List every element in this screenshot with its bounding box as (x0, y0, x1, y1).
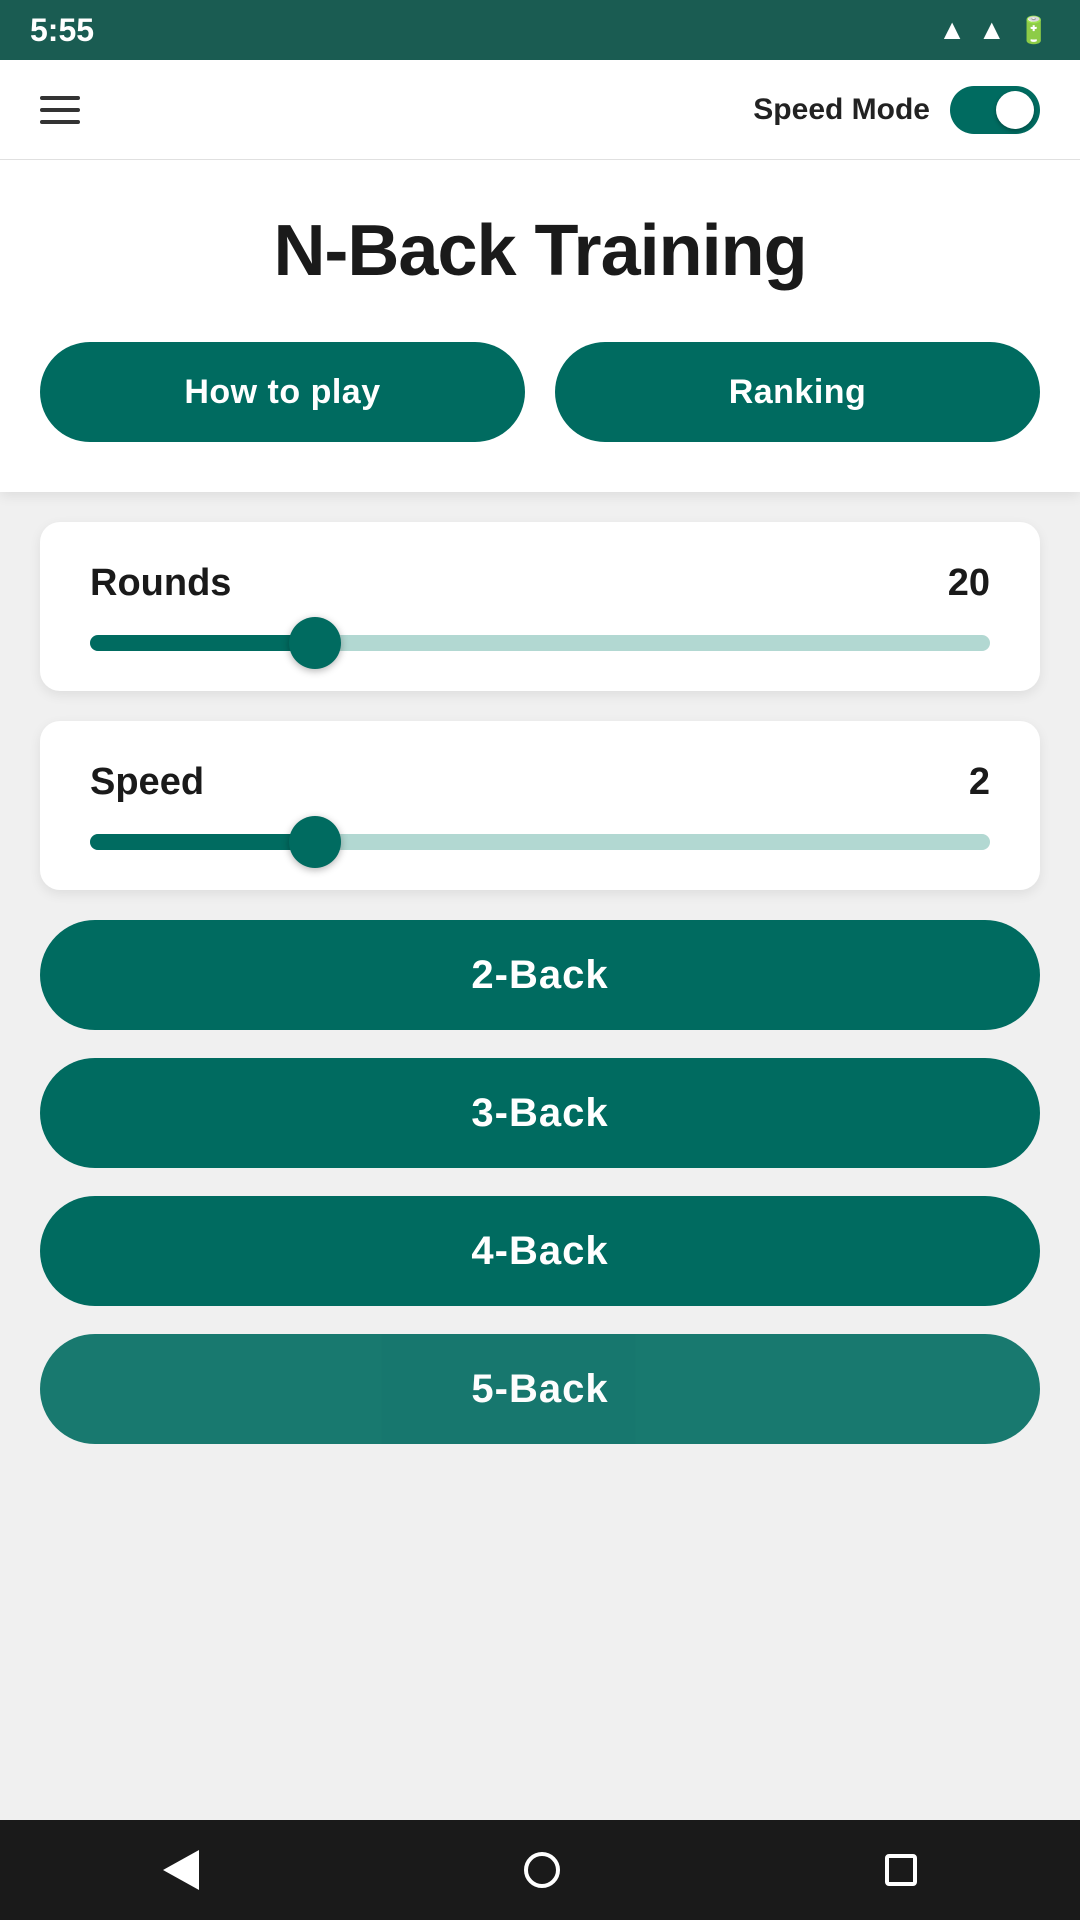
speed-slider-track-container[interactable] (90, 834, 990, 850)
rounds-value: 20 (948, 562, 990, 605)
two-back-button[interactable]: 2-Back (40, 920, 1040, 1030)
three-back-button[interactable]: 3-Back (40, 1058, 1040, 1168)
speed-slider-header: Speed 2 (90, 761, 990, 804)
speed-mode-container: Speed Mode (753, 86, 1040, 134)
speed-value: 2 (969, 761, 990, 804)
status-time: 5:55 (30, 12, 94, 49)
rounds-tick-mid (536, 639, 544, 647)
nav-home-button[interactable] (524, 1852, 560, 1888)
status-bar: 5:55 ▲ ▲ 🔋 (0, 0, 1080, 60)
hamburger-line-2 (40, 108, 80, 112)
nav-bar (0, 1820, 1080, 1920)
speed-mode-label: Speed Mode (753, 93, 930, 127)
wifi-icon: ▲ (938, 14, 966, 46)
ranking-button[interactable]: Ranking (555, 342, 1040, 442)
hamburger-menu-button[interactable] (40, 96, 80, 124)
speed-mode-toggle[interactable] (950, 86, 1040, 134)
nav-back-button[interactable] (163, 1850, 199, 1890)
rounds-label: Rounds (90, 562, 231, 605)
app-title: N-Back Training (40, 210, 1040, 292)
hamburger-line-3 (40, 120, 80, 124)
recents-square-icon (885, 1854, 917, 1886)
rounds-ticks (90, 635, 990, 651)
status-icons: ▲ ▲ 🔋 (938, 14, 1050, 46)
header-card: N-Back Training How to play Ranking (0, 160, 1080, 492)
five-back-button[interactable]: 5-Back (40, 1334, 1040, 1444)
signal-icon: ▲ (978, 14, 1006, 46)
rounds-slider-header: Rounds 20 (90, 562, 990, 605)
toggle-thumb (996, 91, 1034, 129)
nav-recents-button[interactable] (885, 1854, 917, 1886)
rounds-slider-card: Rounds 20 (40, 522, 1040, 691)
rounds-tick-3q (761, 639, 769, 647)
battery-icon: 🔋 (1018, 15, 1050, 46)
four-back-button[interactable]: 4-Back (40, 1196, 1040, 1306)
speed-label: Speed (90, 761, 204, 804)
rounds-slider-thumb[interactable] (289, 617, 341, 669)
hamburger-line-1 (40, 96, 80, 100)
top-bar: Speed Mode (0, 60, 1080, 160)
main-content: N-Back Training How to play Ranking Roun… (0, 160, 1080, 1820)
speed-tick-3q (761, 838, 769, 846)
speed-tick-mid (536, 838, 544, 846)
speed-slider-card: Speed 2 (40, 721, 1040, 890)
sliders-section: Rounds 20 Speed 2 (0, 522, 1080, 890)
back-buttons-section: 2-Back 3-Back 4-Back 5-Back (0, 890, 1080, 1474)
speed-ticks (90, 834, 990, 850)
back-arrow-icon (163, 1850, 199, 1890)
header-buttons: How to play Ranking (40, 342, 1040, 442)
home-circle-icon (524, 1852, 560, 1888)
speed-slider-thumb[interactable] (289, 816, 341, 868)
rounds-slider-track-container[interactable] (90, 635, 990, 651)
how-to-play-button[interactable]: How to play (40, 342, 525, 442)
